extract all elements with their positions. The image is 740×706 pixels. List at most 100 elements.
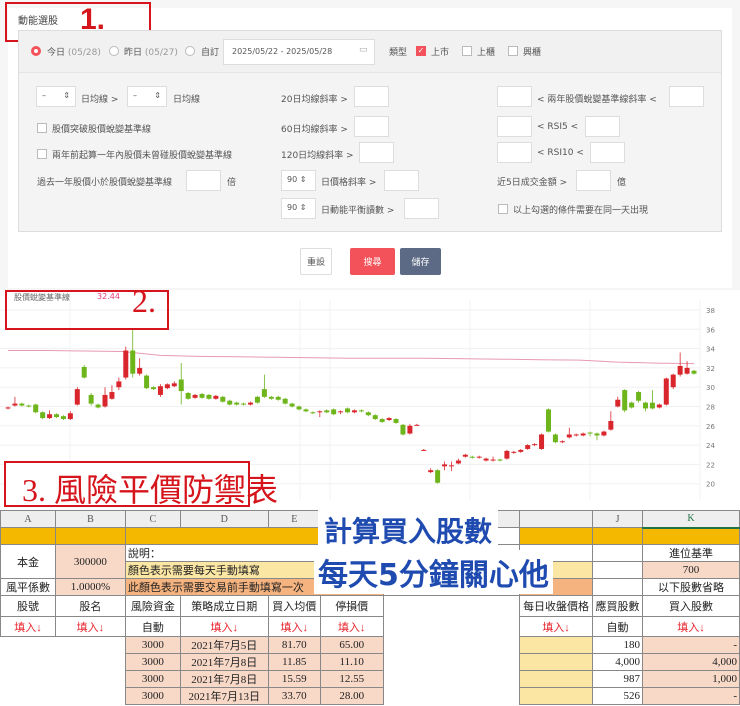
candle-body [622,390,628,411]
cell-close[interactable] [519,636,594,654]
type-otc-label: 上櫃 [477,48,496,58]
y-tick-label: 30 [706,384,715,392]
cell-close[interactable] [519,687,594,705]
marker-2: 2. [132,283,156,319]
risk-value[interactable]: 1.0000% [54,578,126,596]
search-button[interactable]: 搜尋 [350,248,395,275]
candle-body [19,403,25,406]
candle-body [227,400,233,405]
y-tick-label: 36 [706,326,715,334]
candle-body [199,393,205,398]
break-checkbox[interactable] [37,123,47,133]
candle-body [303,409,309,412]
capital-label: 本金 [0,544,56,579]
candle-body [448,465,454,467]
hint-row: 填入↓ 填入↓ 自動 填入↓ 填入↓ 填入↓ 填入↓ 自動 填入↓ [0,616,740,637]
candle-body [372,415,378,420]
slope20-input[interactable] [354,86,389,107]
candle-body [74,389,80,405]
ma-select-b[interactable]: – ⇕ [127,86,167,107]
legend-label: 股價蛻變基準線 [14,293,70,302]
cell-qty: 4,000 [592,653,644,671]
slope60-input[interactable] [354,116,389,137]
candle-body [365,412,371,416]
candle-body [656,404,662,408]
candle-body [213,395,219,399]
overlay-line-2: 每天5分鐘關心他 [314,550,553,594]
reset-button[interactable]: 重設 [300,248,332,275]
candle-body [67,413,73,420]
candle-body [151,387,157,390]
momentum-input[interactable] [404,198,439,219]
base-slope-min-input[interactable] [497,86,532,107]
slope120-input[interactable] [359,142,394,163]
base-slope-max-input[interactable] [669,86,704,107]
candle-body [241,403,247,405]
candle-body [573,434,579,436]
price-slope-select[interactable]: 90 ⇕ [281,170,316,191]
candle-body [123,350,129,378]
candle-body [60,416,66,420]
y-tick-label: 24 [706,442,715,450]
below-input[interactable] [186,170,221,191]
cell-close[interactable] [519,670,594,688]
turnover-input[interactable] [576,170,611,191]
candle-body [504,450,510,459]
cell-blank [55,637,125,654]
candle-body [192,394,198,398]
type-emerging-checkbox[interactable] [508,46,518,56]
momentum-select[interactable]: 90 ⇕ [281,198,316,219]
rsi10-min-input[interactable] [497,142,532,163]
cell-buy[interactable]: - [642,636,740,654]
candle-body [47,414,53,419]
candle-body [552,434,558,443]
candle-body [157,386,163,395]
save-button[interactable]: 儲存 [400,248,441,275]
cell-blank [55,671,125,688]
cell-d: 2021年7月13日 [179,687,269,705]
cell-buy[interactable]: 1,000 [642,670,740,688]
y-tick-label: 38 [706,307,715,315]
candle-body [178,379,184,392]
round-value[interactable]: 700 [642,561,740,579]
candle-body [171,383,177,387]
rsi5-max-input[interactable] [585,116,620,137]
candle-body [490,459,496,461]
cell-blank [55,654,125,671]
candle-body [587,432,593,434]
candle-body [268,396,274,399]
momentum-label: 日動能平衡讀數 > [321,206,395,216]
type-label: 類型 [389,48,408,58]
two-years-checkbox[interactable] [37,149,47,159]
type-listed-checkbox[interactable]: ✓ [416,46,426,56]
candle-body [109,392,115,399]
cell-buy[interactable]: - [642,687,740,705]
table-row: 3000 2021年7月8日 15.59 12.55 987 1,000 [1,670,740,688]
cell-close[interactable] [519,653,594,671]
radio-today[interactable] [31,46,41,56]
marker-box-3: 3. 風險平價防禦表 [4,461,278,508]
same-day-checkbox[interactable] [498,204,508,214]
candle-body [220,396,226,402]
price-slope-input[interactable] [384,170,419,191]
type-otc-checkbox[interactable] [462,46,472,56]
cell-e: 11.85 [267,653,321,671]
radio-yesterday[interactable] [109,46,119,56]
rsi10-max-input[interactable] [590,142,625,163]
table-row: 3000 2021年7月8日 11.85 11.10 4,000 4,000 [1,653,740,671]
capital-value[interactable]: 300000 [54,544,126,579]
radio-custom[interactable] [185,46,195,56]
ma-gt-label: 日均線 > [81,95,119,105]
candle-body [345,408,351,413]
date-range-input[interactable]: 2025/05/22 - 2025/05/28 ▭ [223,39,375,65]
rsi5-min-input[interactable] [497,116,532,137]
candle-body [476,456,482,458]
cell-buy[interactable]: 4,000 [642,653,740,671]
candle-body [400,424,406,435]
ma-select-a[interactable]: – ⇕ [36,86,76,107]
ma-label: 日均線 [173,95,201,105]
candle-body [88,394,94,404]
rsi5-label: < RSI5 < [537,122,579,132]
cell-gap [383,654,519,671]
cell-qty: 180 [592,636,644,654]
